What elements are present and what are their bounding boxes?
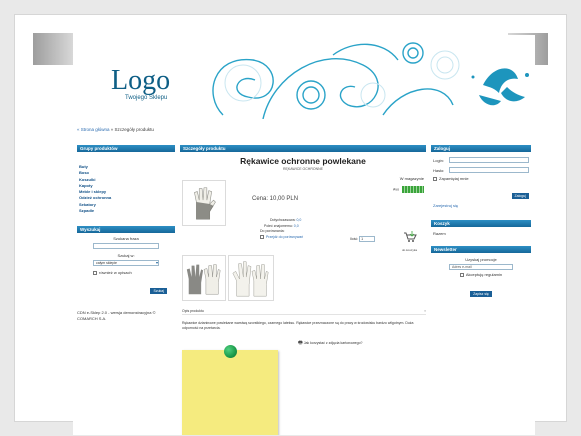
header-decoration (212, 42, 529, 119)
glove-image (194, 187, 216, 220)
product-code: RĘKAWICE OCHRONNE (283, 167, 323, 171)
newsletter-box: Uzyskaj promocje Adres e-mail Akceptuję … (431, 253, 531, 304)
category-item[interactable]: Szpadle (79, 208, 175, 214)
description-header: Opis produktu ≡ (182, 309, 426, 315)
product-price: Cena: 10,00 PLN (252, 196, 299, 202)
chevron-down-icon: ▾ (155, 260, 158, 266)
newsletter-header: Newsletter (431, 246, 531, 253)
cart-header: Koszyk (431, 220, 531, 227)
product-panel: Rękawice ochronne powlekane RĘKAWICE OCH… (180, 156, 426, 435)
shop-page: Logo Twojego Sklepu « Strona główna » Sz… (73, 35, 535, 435)
glove-thumbnail (232, 261, 269, 297)
password-input[interactable] (449, 167, 529, 173)
product-header: Szczegóły produktu (180, 145, 426, 152)
search-button[interactable]: Szukaj (150, 288, 167, 295)
attr1-label: Dotychczasowa: (270, 218, 296, 222)
email-input[interactable]: Adres e-mail (449, 264, 513, 270)
availability: Avo (393, 186, 424, 193)
collapse-icon[interactable]: ≡ (424, 309, 426, 313)
product-column: Szczegóły produktu Rękawice ochronne pow… (180, 145, 426, 435)
frame-shadow-left (33, 33, 73, 65)
login-label: Login: (433, 157, 444, 163)
search-input[interactable] (93, 243, 159, 250)
newsletter-text: Uzyskaj promocje (465, 257, 497, 262)
groups-header: Grupy produktów (77, 145, 175, 152)
search-box: Szukana fraza Szukaj w: całym sklepie ▾ … (77, 233, 175, 300)
breadcrumb-home-link[interactable]: « Strona główna (77, 127, 110, 132)
category-list: Buty Boso Koszulki Kapoty Meble i sklepy… (77, 152, 175, 218)
login-input[interactable] (449, 157, 529, 163)
description-title: Opis produktu (182, 309, 204, 313)
search-in-label: Szukaj w: (117, 253, 135, 259)
glove-thumbnail (186, 264, 221, 295)
header: Logo Twojego Sklepu (73, 35, 535, 119)
logo[interactable]: Logo (111, 65, 170, 97)
compare-link[interactable]: Przejdź do porównywań (266, 235, 303, 239)
product-thumbnail-1[interactable] (182, 255, 226, 301)
login-row: Login: (433, 156, 529, 164)
register-link[interactable]: Zarejestruj się (433, 203, 529, 208)
footer-note: CDN e-Sklep 2.0 - wersja demonstracyjna … (77, 310, 156, 321)
breadcrumb-current: Szczegóły produktu (114, 127, 154, 132)
attr2-label: Poleć znajomemu: (264, 223, 293, 228)
sticky-note (182, 350, 278, 435)
help-row: 🖶 Jak korzystać z zdjęcia kartonowego? (298, 340, 362, 348)
search-scope-select[interactable]: całym sklepie ▾ (93, 260, 159, 267)
availability-short: Avo (393, 187, 400, 192)
search-scope-value: całym sklepie (93, 260, 159, 267)
quantity-input[interactable]: 1 (359, 236, 376, 242)
password-row: Hasło: (433, 166, 529, 174)
accept-option[interactable]: Akceptuję regulamin (433, 272, 529, 277)
search-desc-checkbox[interactable] (93, 271, 97, 276)
availability-label: W magazynie (399, 176, 424, 181)
left-column: Grupy produktów Buty Boso Koszulki Kapot… (77, 145, 175, 321)
search-desc-option[interactable]: również w opisach (93, 270, 173, 275)
quantity-row: Ilość: 1 (350, 236, 376, 242)
product-thumbnail-2[interactable] (228, 255, 274, 301)
pin-icon (224, 345, 237, 358)
cart-label: do koszyka (402, 248, 418, 252)
remember-checkbox[interactable] (433, 176, 437, 181)
login-header: Zaloguj (431, 145, 531, 152)
compare-checkbox[interactable] (260, 234, 264, 239)
search-desc-label: również w opisach (99, 270, 132, 276)
add-to-cart-button[interactable]: do koszyka (402, 230, 417, 252)
attr2-value[interactable]: 0,0 (294, 224, 299, 228)
remember-option[interactable]: Zapamiętaj mnie (433, 176, 529, 181)
search-phrase-label: Szukana fraza (113, 236, 139, 242)
login-box: Login: Hasło: Zapamiętaj mnie Zaloguj Za… (431, 152, 531, 212)
accept-checkbox[interactable] (459, 272, 464, 277)
product-main-image[interactable] (182, 180, 226, 226)
cart-total: Razem (433, 231, 446, 236)
print-icon: 🖶 (298, 340, 303, 346)
right-column: Zaloguj Login: Hasło: Zapamiętaj mnie Za… (431, 145, 531, 304)
breadcrumb: « Strona główna » Szczegóły produktu (77, 127, 154, 132)
remember-label: Zapamiętaj mnie (439, 176, 469, 181)
newsletter-button[interactable]: Zapisz się (470, 291, 492, 297)
attr1-value[interactable]: 0,0 (296, 218, 301, 222)
search-header: Wyszukaj (77, 226, 175, 234)
password-label: Hasło: (433, 167, 445, 173)
cart-icon (403, 231, 417, 242)
screenshot-frame: Logo Twojego Sklepu « Strona główna » Sz… (14, 14, 567, 435)
availability-bar (402, 186, 424, 193)
quantity-label: Ilość: (350, 236, 359, 241)
description-text: Rękawice dzianinowe powlekane warstwą sz… (182, 321, 414, 330)
help-link[interactable]: Jak korzystać z zdjęcia kartonowego? (304, 341, 363, 345)
logo-subtitle: Twojego Sklepu (125, 95, 168, 101)
product-name: Rękawice ochronne powlekane (240, 156, 366, 166)
accept-label: Akceptuję regulamin (465, 272, 503, 277)
product-attributes: Dotychczasowa: 0,0 Poleć znajomemu: 0,0 … (260, 218, 303, 240)
login-button[interactable]: Zaloguj (511, 193, 529, 199)
